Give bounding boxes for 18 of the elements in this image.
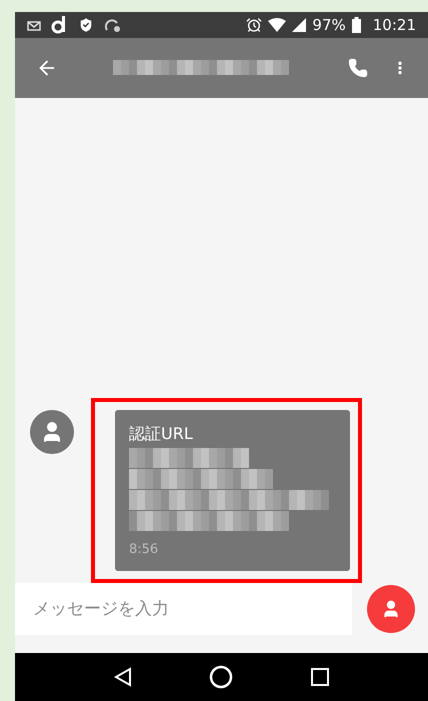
battery-percent: 97% bbox=[312, 14, 346, 36]
message-title: 認証URL bbox=[129, 422, 194, 444]
back-nav-button[interactable] bbox=[114, 667, 132, 687]
app-logo-icon bbox=[51, 16, 67, 34]
contact-avatar bbox=[30, 410, 74, 454]
alarm-icon bbox=[246, 17, 262, 33]
home-nav-button[interactable] bbox=[209, 665, 234, 689]
mail-icon bbox=[27, 19, 41, 31]
signal-icon bbox=[292, 18, 306, 32]
clock: 10:21 bbox=[372, 14, 416, 36]
message-input[interactable]: メッセージを入力 bbox=[15, 583, 352, 635]
recents-nav-button[interactable] bbox=[311, 668, 330, 686]
message-time: 8:56 bbox=[129, 540, 160, 558]
wifi-icon bbox=[268, 18, 286, 32]
call-button[interactable] bbox=[346, 56, 370, 80]
data-saver-icon bbox=[105, 17, 121, 33]
battery-icon bbox=[352, 17, 361, 33]
send-button[interactable] bbox=[367, 585, 415, 633]
